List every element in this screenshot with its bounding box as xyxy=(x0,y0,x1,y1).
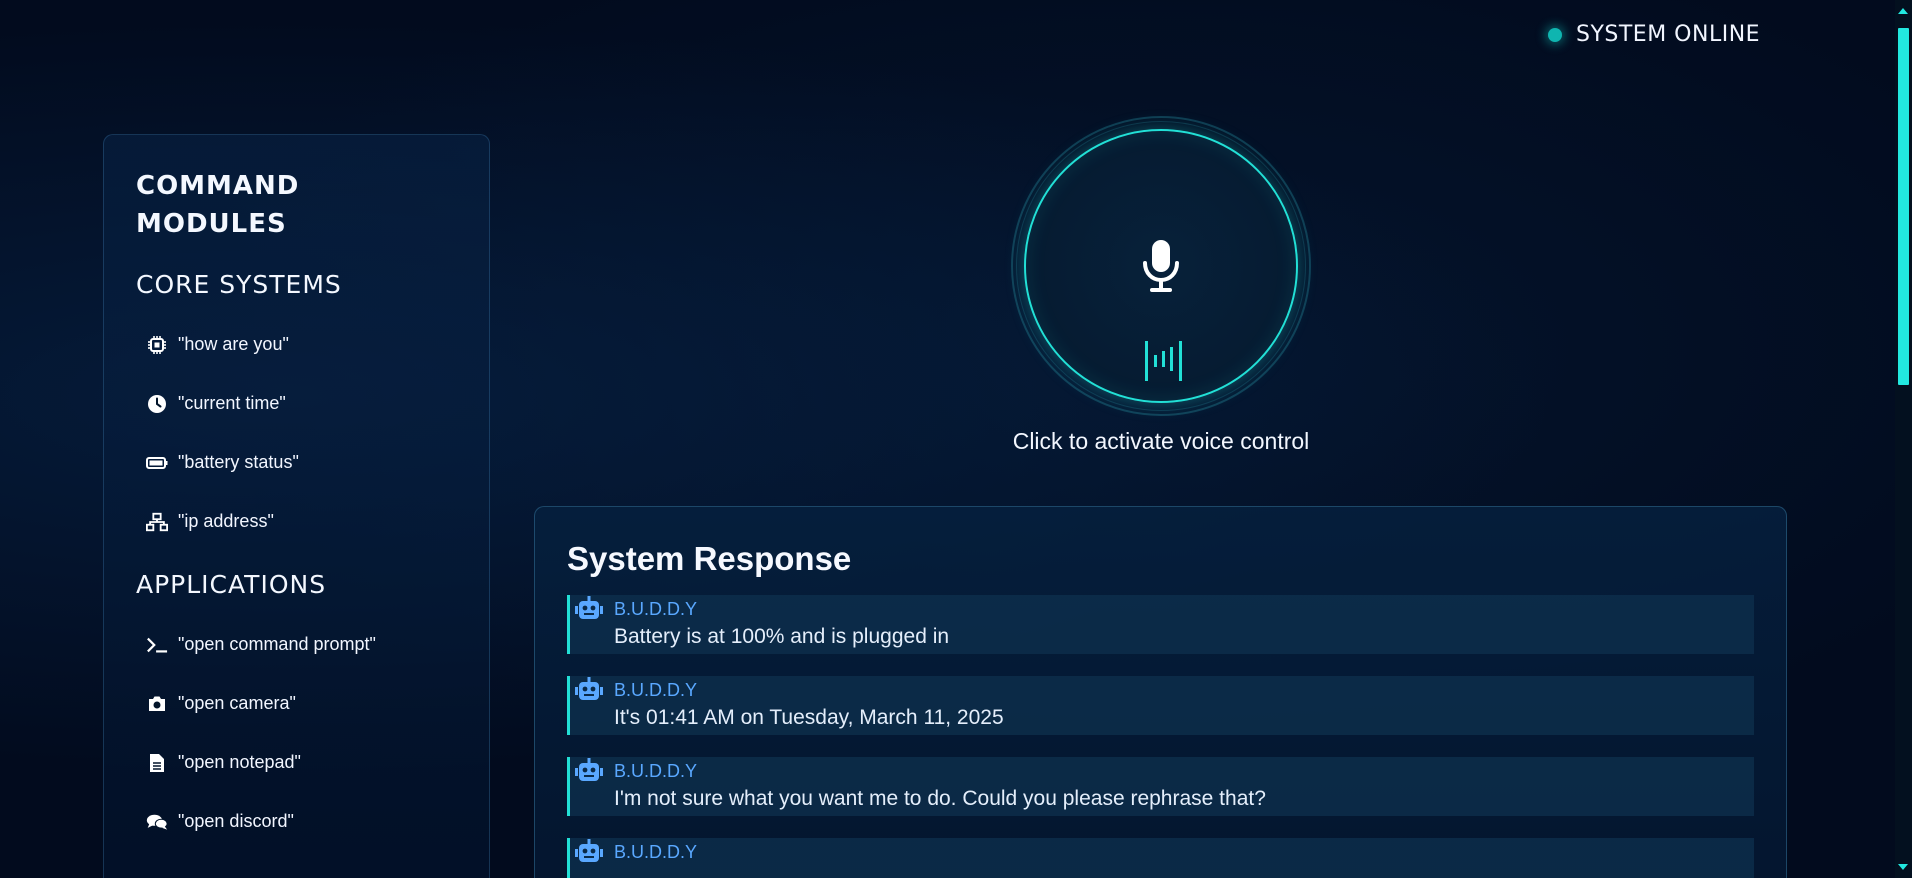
voice-activate-button[interactable] xyxy=(1024,129,1298,403)
message-sender: B.U.D.D.Y xyxy=(614,680,698,700)
command-label: "current time" xyxy=(178,393,286,413)
section-heading: APPLICATIONS xyxy=(136,570,327,599)
message-text: I'm not sure what you want me to do. Cou… xyxy=(614,787,1266,810)
command-label: "battery status" xyxy=(178,452,299,472)
file-icon xyxy=(146,752,168,774)
section-heading: CORE SYSTEMS xyxy=(136,270,342,299)
robot-icon xyxy=(574,757,604,789)
message-text: It's 01:41 AM on Tuesday, March 11, 2025 xyxy=(614,706,1004,729)
message-text: Battery is at 100% and is plugged in xyxy=(614,625,950,648)
command-ip-address[interactable]: "ip address" xyxy=(136,492,489,551)
message-sender: B.U.D.D.Y xyxy=(614,842,698,862)
camera-icon xyxy=(146,693,168,715)
message-sender: B.U.D.D.Y xyxy=(614,761,698,781)
system-status: SYSTEM ONLINE xyxy=(1548,22,1760,47)
status-indicator-dot xyxy=(1548,27,1562,42)
microphone-icon xyxy=(1141,239,1181,297)
system-response-panel: System Response B.U.D.D.Y Battery is at … xyxy=(534,506,1787,878)
scrollbar-thumb[interactable] xyxy=(1898,28,1909,385)
command-modules-panel: COMMAND MODULES CORE SYSTEMS "how are yo… xyxy=(103,134,490,878)
command-open-camera[interactable]: "open camera" xyxy=(136,674,489,733)
clock-icon xyxy=(146,393,168,415)
command-how-are-you[interactable]: "how are you" xyxy=(136,315,489,374)
panel-title: System Response xyxy=(567,540,852,577)
page-scrollbar[interactable] xyxy=(1895,0,1912,878)
chat-icon xyxy=(146,811,168,833)
network-icon xyxy=(146,511,168,533)
voice-caption: Click to activate voice control xyxy=(1012,428,1310,454)
robot-icon xyxy=(574,676,604,708)
command-current-time[interactable]: "current time" xyxy=(136,374,489,433)
command-label: "ip address" xyxy=(178,511,274,531)
response-message: B.U.D.D.Y I'm not sure what you want me … xyxy=(567,757,1754,816)
voice-control xyxy=(1011,116,1311,416)
response-message: B.U.D.D.Y xyxy=(567,838,1754,878)
response-message: B.U.D.D.Y It's 01:41 AM on Tuesday, Marc… xyxy=(567,676,1754,735)
robot-icon xyxy=(574,595,604,627)
status-label: SYSTEM ONLINE xyxy=(1576,22,1761,47)
command-label: "open notepad" xyxy=(178,752,301,772)
command-battery-status[interactable]: "battery status" xyxy=(136,433,489,492)
scroll-up-arrow-icon[interactable] xyxy=(1898,8,1908,14)
audio-wave-icon xyxy=(1145,341,1183,385)
command-open-discord[interactable]: "open discord" xyxy=(136,792,489,851)
message-sender: B.U.D.D.Y xyxy=(614,599,698,619)
section-core-systems: CORE SYSTEMS "how are you" "current time… xyxy=(136,267,489,551)
command-label: "open discord" xyxy=(178,811,294,831)
scroll-down-arrow-icon[interactable] xyxy=(1898,864,1908,870)
section-applications: APPLICATIONS "open command prompt" "open… xyxy=(136,567,489,851)
cpu-icon xyxy=(146,334,168,356)
battery-icon xyxy=(146,452,168,474)
command-open-command-prompt[interactable]: "open command prompt" xyxy=(136,615,489,674)
app-page: SYSTEM ONLINE COMMAND MODULES CORE SYSTE… xyxy=(0,0,1912,878)
terminal-icon xyxy=(146,634,168,656)
command-label: "open camera" xyxy=(178,693,296,713)
robot-icon xyxy=(574,838,604,870)
command-label: "open command prompt" xyxy=(178,634,376,654)
response-message: B.U.D.D.Y Battery is at 100% and is plug… xyxy=(567,595,1754,654)
command-open-notepad[interactable]: "open notepad" xyxy=(136,733,489,792)
sidebar-title: COMMAND MODULES xyxy=(136,171,300,239)
command-label: "how are you" xyxy=(178,334,289,354)
